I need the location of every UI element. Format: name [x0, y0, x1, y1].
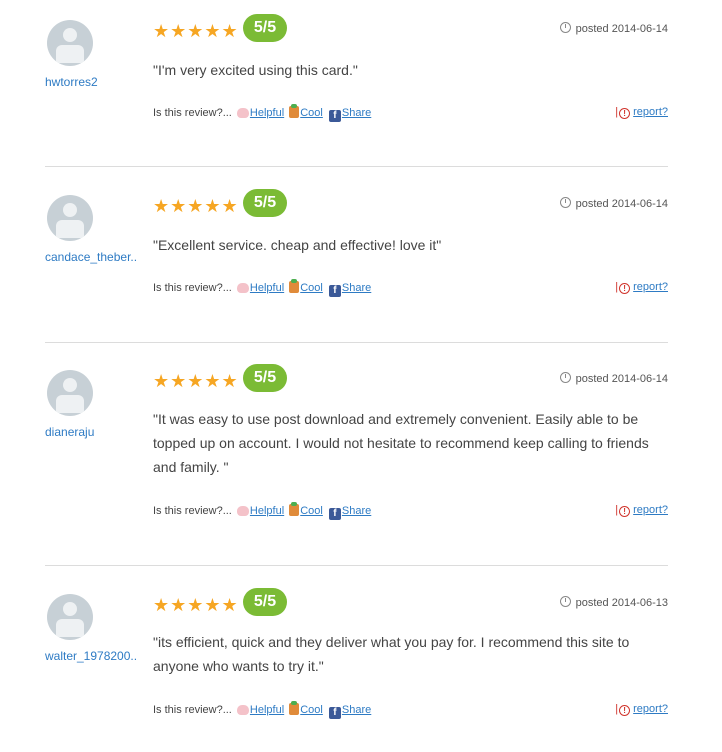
cool-icon [289, 502, 300, 516]
thumbs-up-icon [236, 506, 249, 516]
helpful-link[interactable]: Helpful [250, 282, 284, 294]
posted-date: posted 2014-06-14 [559, 197, 668, 210]
helpful-link[interactable]: Helpful [250, 704, 284, 716]
review-actions: Is this review?... Helpful Cool f Share [153, 279, 371, 297]
review-prompt: Is this review?... [153, 107, 232, 119]
clock-icon [559, 596, 571, 607]
review-actions: Is this review?... Helpful Cool f Share [153, 701, 371, 719]
cool-link[interactable]: Cool [300, 505, 323, 517]
divider [45, 166, 668, 167]
warning-icon: ! [619, 506, 631, 517]
share-link[interactable]: Share [342, 107, 371, 119]
cool-link[interactable]: Cool [300, 107, 323, 119]
avatar[interactable] [47, 195, 93, 241]
thumbs-up-icon [236, 108, 249, 118]
star-rating: ★★★★★ [153, 196, 239, 216]
review-text: "Excellent service. cheap and effective!… [153, 237, 442, 253]
review-prompt: Is this review?... [153, 704, 232, 716]
review-item: dianeraju ★★★★★ 5/5 posted 2014-06-14 "I… [45, 364, 668, 520]
divider [45, 565, 668, 566]
report-link[interactable]: report? [633, 281, 668, 293]
share-link[interactable]: Share [342, 704, 371, 716]
cool-link[interactable]: Cool [300, 282, 323, 294]
score-badge: 5/5 [243, 364, 287, 392]
score-badge: 5/5 [243, 588, 287, 616]
report-link[interactable]: report? [633, 504, 668, 516]
report-link[interactable]: report? [633, 106, 668, 118]
share-link[interactable]: Share [342, 505, 371, 517]
report-container: |! report? [615, 504, 668, 517]
posted-date: posted 2014-06-14 [559, 22, 668, 35]
thumbs-up-icon [236, 283, 249, 293]
star-rating: ★★★★★ [153, 595, 239, 615]
avatar[interactable] [47, 20, 93, 66]
helpful-link[interactable]: Helpful [250, 505, 284, 517]
cool-icon [289, 701, 300, 715]
posted-date: posted 2014-06-13 [559, 596, 668, 609]
review-actions: Is this review?... Helpful Cool f Share [153, 104, 371, 122]
clock-icon [559, 372, 571, 383]
review-text: "its efficient, quick and they deliver w… [153, 634, 630, 674]
divider [45, 342, 668, 343]
review-item: hwtorres2 ★★★★★ 5/5 posted 2014-06-14 "I… [45, 14, 668, 140]
review-text: "It was easy to use post download and ex… [153, 411, 649, 475]
avatar[interactable] [47, 594, 93, 640]
clock-icon [559, 22, 571, 33]
review-prompt: Is this review?... [153, 505, 232, 517]
facebook-icon: f [328, 285, 341, 297]
posted-date: posted 2014-06-14 [559, 372, 668, 385]
facebook-icon: f [328, 508, 341, 520]
star-rating: ★★★★★ [153, 371, 239, 391]
report-container: |! report? [615, 281, 668, 294]
clock-icon [559, 197, 571, 208]
cool-icon [289, 104, 300, 118]
facebook-icon: f [328, 707, 341, 719]
star-rating: ★★★★★ [153, 21, 239, 41]
helpful-link[interactable]: Helpful [250, 107, 284, 119]
thumbs-up-icon [236, 705, 249, 715]
review-prompt: Is this review?... [153, 282, 232, 294]
warning-icon: ! [619, 705, 631, 716]
warning-icon: ! [619, 283, 631, 294]
score-badge: 5/5 [243, 14, 287, 42]
cool-icon [289, 279, 300, 293]
warning-icon: ! [619, 108, 631, 119]
share-link[interactable]: Share [342, 282, 371, 294]
report-container: |! report? [615, 703, 668, 716]
review-text: "I'm very excited using this card." [153, 62, 358, 78]
facebook-icon: f [328, 110, 341, 122]
username-link[interactable]: candace_theber.. [45, 250, 137, 264]
username-link[interactable]: hwtorres2 [45, 75, 98, 89]
score-badge: 5/5 [243, 189, 287, 217]
cool-link[interactable]: Cool [300, 704, 323, 716]
username-link[interactable]: dianeraju [45, 425, 94, 439]
avatar[interactable] [47, 370, 93, 416]
report-link[interactable]: report? [633, 703, 668, 715]
review-item: walter_1978200.. ★★★★★ 5/5 posted 2014-0… [45, 588, 668, 734]
report-container: |! report? [615, 106, 668, 119]
review-item: candace_theber.. ★★★★★ 5/5 posted 2014-0… [45, 189, 668, 315]
username-link[interactable]: walter_1978200.. [45, 649, 137, 663]
review-actions: Is this review?... Helpful Cool f Share [153, 502, 371, 520]
